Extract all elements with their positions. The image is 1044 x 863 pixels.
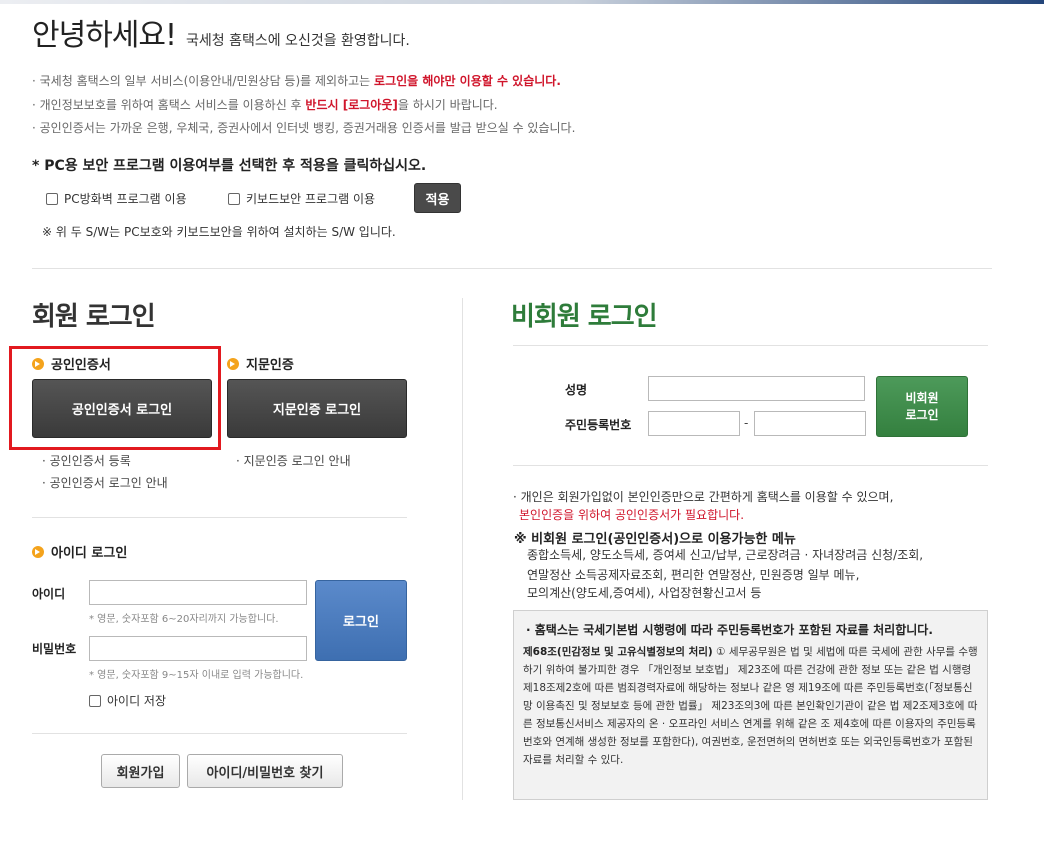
rrn-label: 주민등록번호 bbox=[565, 418, 632, 432]
nonmember-menu-line-2: 연말정산 소득공제자료조회, 편리한 연말정산, 민원증명 일부 메뉴, bbox=[527, 568, 860, 582]
arrow-bullet-icon bbox=[32, 545, 44, 558]
nonmember-menu-line-1: 종합소득세, 양도소득세, 증여세 신고/납부, 근로장려금 · 자녀장려금 신… bbox=[527, 548, 924, 562]
finger-heading-label: 지문인증 bbox=[246, 358, 294, 373]
notice-line-1: · 국세청 홈택스의 일부 서비스(이용안내/민원상담 등)를 제외하고는 로그… bbox=[32, 74, 561, 88]
apply-button[interactable]: 적용 bbox=[414, 183, 461, 213]
nonmember-login-button[interactable]: 비회원 로그인 bbox=[876, 376, 968, 437]
password-label: 비밀번호 bbox=[32, 642, 77, 656]
password-input[interactable] bbox=[89, 636, 307, 661]
rrn-dash: - bbox=[744, 416, 749, 430]
divider bbox=[513, 345, 988, 346]
save-id-checkbox[interactable]: 아이디 저장 bbox=[89, 692, 166, 709]
password-hint: * 영문, 숫자포함 9~15자 이내로 입력 가능합니다. bbox=[89, 670, 304, 681]
nonmember-login-title: 비회원 로그인 bbox=[511, 302, 658, 332]
nonmember-menu-title: ※ 비회원 로그인(공인인증서)으로 이용가능한 메뉴 bbox=[514, 532, 796, 547]
id-heading-label: 아이디 로그인 bbox=[51, 546, 128, 561]
checkbox-box[interactable] bbox=[228, 192, 240, 205]
nonmember-info-2: 본인인증을 위하여 공인인증서가 필요합니다. bbox=[519, 508, 745, 522]
law-article-text: ① 세무공무원은 법 및 세법에 따른 국세에 관한 사무를 수행하기 위하여 … bbox=[523, 646, 978, 766]
name-label: 성명 bbox=[565, 383, 588, 397]
notice-line-2: · 개인정보보호를 위하여 홈택스 서비스를 이용하신 후 반드시 [로그아웃]… bbox=[32, 98, 498, 112]
divider bbox=[32, 268, 992, 269]
finger-guide-link[interactable]: · 지문인증 로그인 안내 bbox=[236, 452, 351, 469]
id-hint: * 영문, 숫자포함 6~20자리까지 가능합니다. bbox=[89, 614, 279, 625]
join-button[interactable]: 회원가입 bbox=[101, 754, 180, 788]
firewall-checkbox[interactable]: PC방화벽 프로그램 이용 bbox=[46, 190, 187, 207]
cert-register-link[interactable]: · 공인인증서 등록 bbox=[42, 452, 131, 469]
id-input[interactable] bbox=[89, 580, 307, 605]
highlight-box bbox=[9, 346, 221, 450]
law-article-title: 제68조(민감정보 및 고유식별정보의 처리) bbox=[523, 646, 713, 658]
save-id-label: 아이디 저장 bbox=[107, 694, 167, 708]
name-input[interactable] bbox=[648, 376, 865, 401]
security-title: * PC용 보안 프로그램 이용여부를 선택한 후 적용을 클릭하십시오. bbox=[32, 158, 427, 174]
notice-line-3: · 공인인증서는 가까운 은행, 우체국, 증권사에서 인터넷 뱅킹, 증권거래… bbox=[32, 121, 576, 135]
nonmember-login-line1: 비회원 bbox=[905, 390, 939, 405]
checkbox-box[interactable] bbox=[89, 694, 101, 707]
rrn-front-input[interactable] bbox=[648, 411, 740, 436]
divider bbox=[32, 517, 407, 518]
law-body: 제68조(민감정보 및 고유식별정보의 처리) ① 세무공무원은 법 및 세법에… bbox=[523, 643, 981, 769]
finger-login-button[interactable]: 지문인증 로그인 bbox=[227, 379, 407, 438]
top-accent-bar bbox=[0, 0, 1044, 4]
column-divider bbox=[462, 298, 463, 800]
id-login-heading: 아이디 로그인 bbox=[32, 542, 127, 561]
keyboard-security-checkbox[interactable]: 키보드보안 프로그램 이용 bbox=[228, 190, 375, 207]
law-heading: · 홈택스는 국세기본법 시행령에 따라 주민등록번호가 포함된 자료를 처리합… bbox=[526, 623, 933, 637]
greeting-subtitle: 국세청 홈택스에 오신것을 환영합니다. bbox=[186, 33, 410, 49]
privacy-law-box: · 홈택스는 국세기본법 시행령에 따라 주민등록번호가 포함된 자료를 처리합… bbox=[513, 610, 988, 800]
keyboard-security-label: 키보드보안 프로그램 이용 bbox=[246, 192, 376, 206]
divider bbox=[513, 465, 988, 466]
member-login-title: 회원 로그인 bbox=[32, 302, 156, 332]
id-label: 아이디 bbox=[32, 587, 66, 601]
nonmember-login-line2: 로그인 bbox=[905, 407, 939, 422]
nonmember-info-1: · 개인은 회원가입없이 본인인증만으로 간편하게 홈택스를 이용할 수 있으며… bbox=[513, 490, 894, 504]
rrn-back-input[interactable] bbox=[754, 411, 866, 436]
arrow-bullet-icon bbox=[227, 357, 239, 370]
checkbox-box[interactable] bbox=[46, 192, 58, 205]
greeting-title: 안녕하세요! bbox=[32, 18, 177, 53]
nonmember-menu-line-3: 모의계산(양도세,증여세), 사업장현황신고서 등 bbox=[527, 586, 762, 600]
finger-heading: 지문인증 bbox=[227, 354, 294, 373]
id-login-button[interactable]: 로그인 bbox=[315, 580, 407, 661]
find-id-password-button[interactable]: 아이디/비밀번호 찾기 bbox=[187, 754, 343, 788]
security-note: ※ 위 두 S/W는 PC보호와 키보드보안을 위하여 설치하는 S/W 입니다… bbox=[42, 225, 396, 239]
cert-guide-link[interactable]: · 공인인증서 로그인 안내 bbox=[42, 474, 168, 491]
divider bbox=[32, 733, 407, 734]
firewall-label: PC방화벽 프로그램 이용 bbox=[64, 192, 187, 206]
